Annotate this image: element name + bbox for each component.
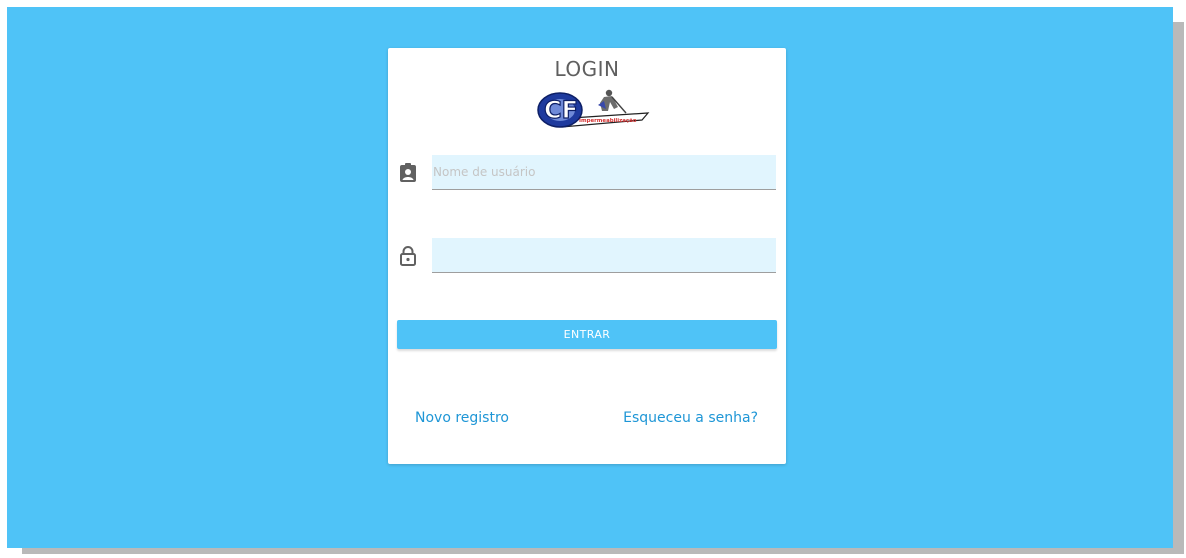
logo-text: Impermeabilização — [579, 118, 637, 124]
submit-button[interactable]: ENTRAR — [397, 320, 777, 349]
account-box-icon — [400, 163, 416, 182]
username-input[interactable] — [432, 155, 776, 190]
logo-letters: CF — [544, 96, 578, 124]
company-logo: Impermeabilização CF — [537, 89, 650, 128]
register-link[interactable]: Novo registro — [415, 410, 509, 426]
password-row — [388, 238, 786, 274]
forgot-password-link[interactable]: Esqueceu a senha? — [623, 410, 758, 426]
password-input[interactable] — [432, 238, 776, 273]
login-screen: LOGIN Impermeabilização CF Nome de usuár… — [7, 7, 1173, 548]
login-card: LOGIN Impermeabilização CF Nome de usuár… — [388, 48, 786, 464]
lock-icon — [400, 246, 416, 266]
username-row — [388, 155, 786, 191]
page-title: LOGIN — [554, 57, 620, 81]
